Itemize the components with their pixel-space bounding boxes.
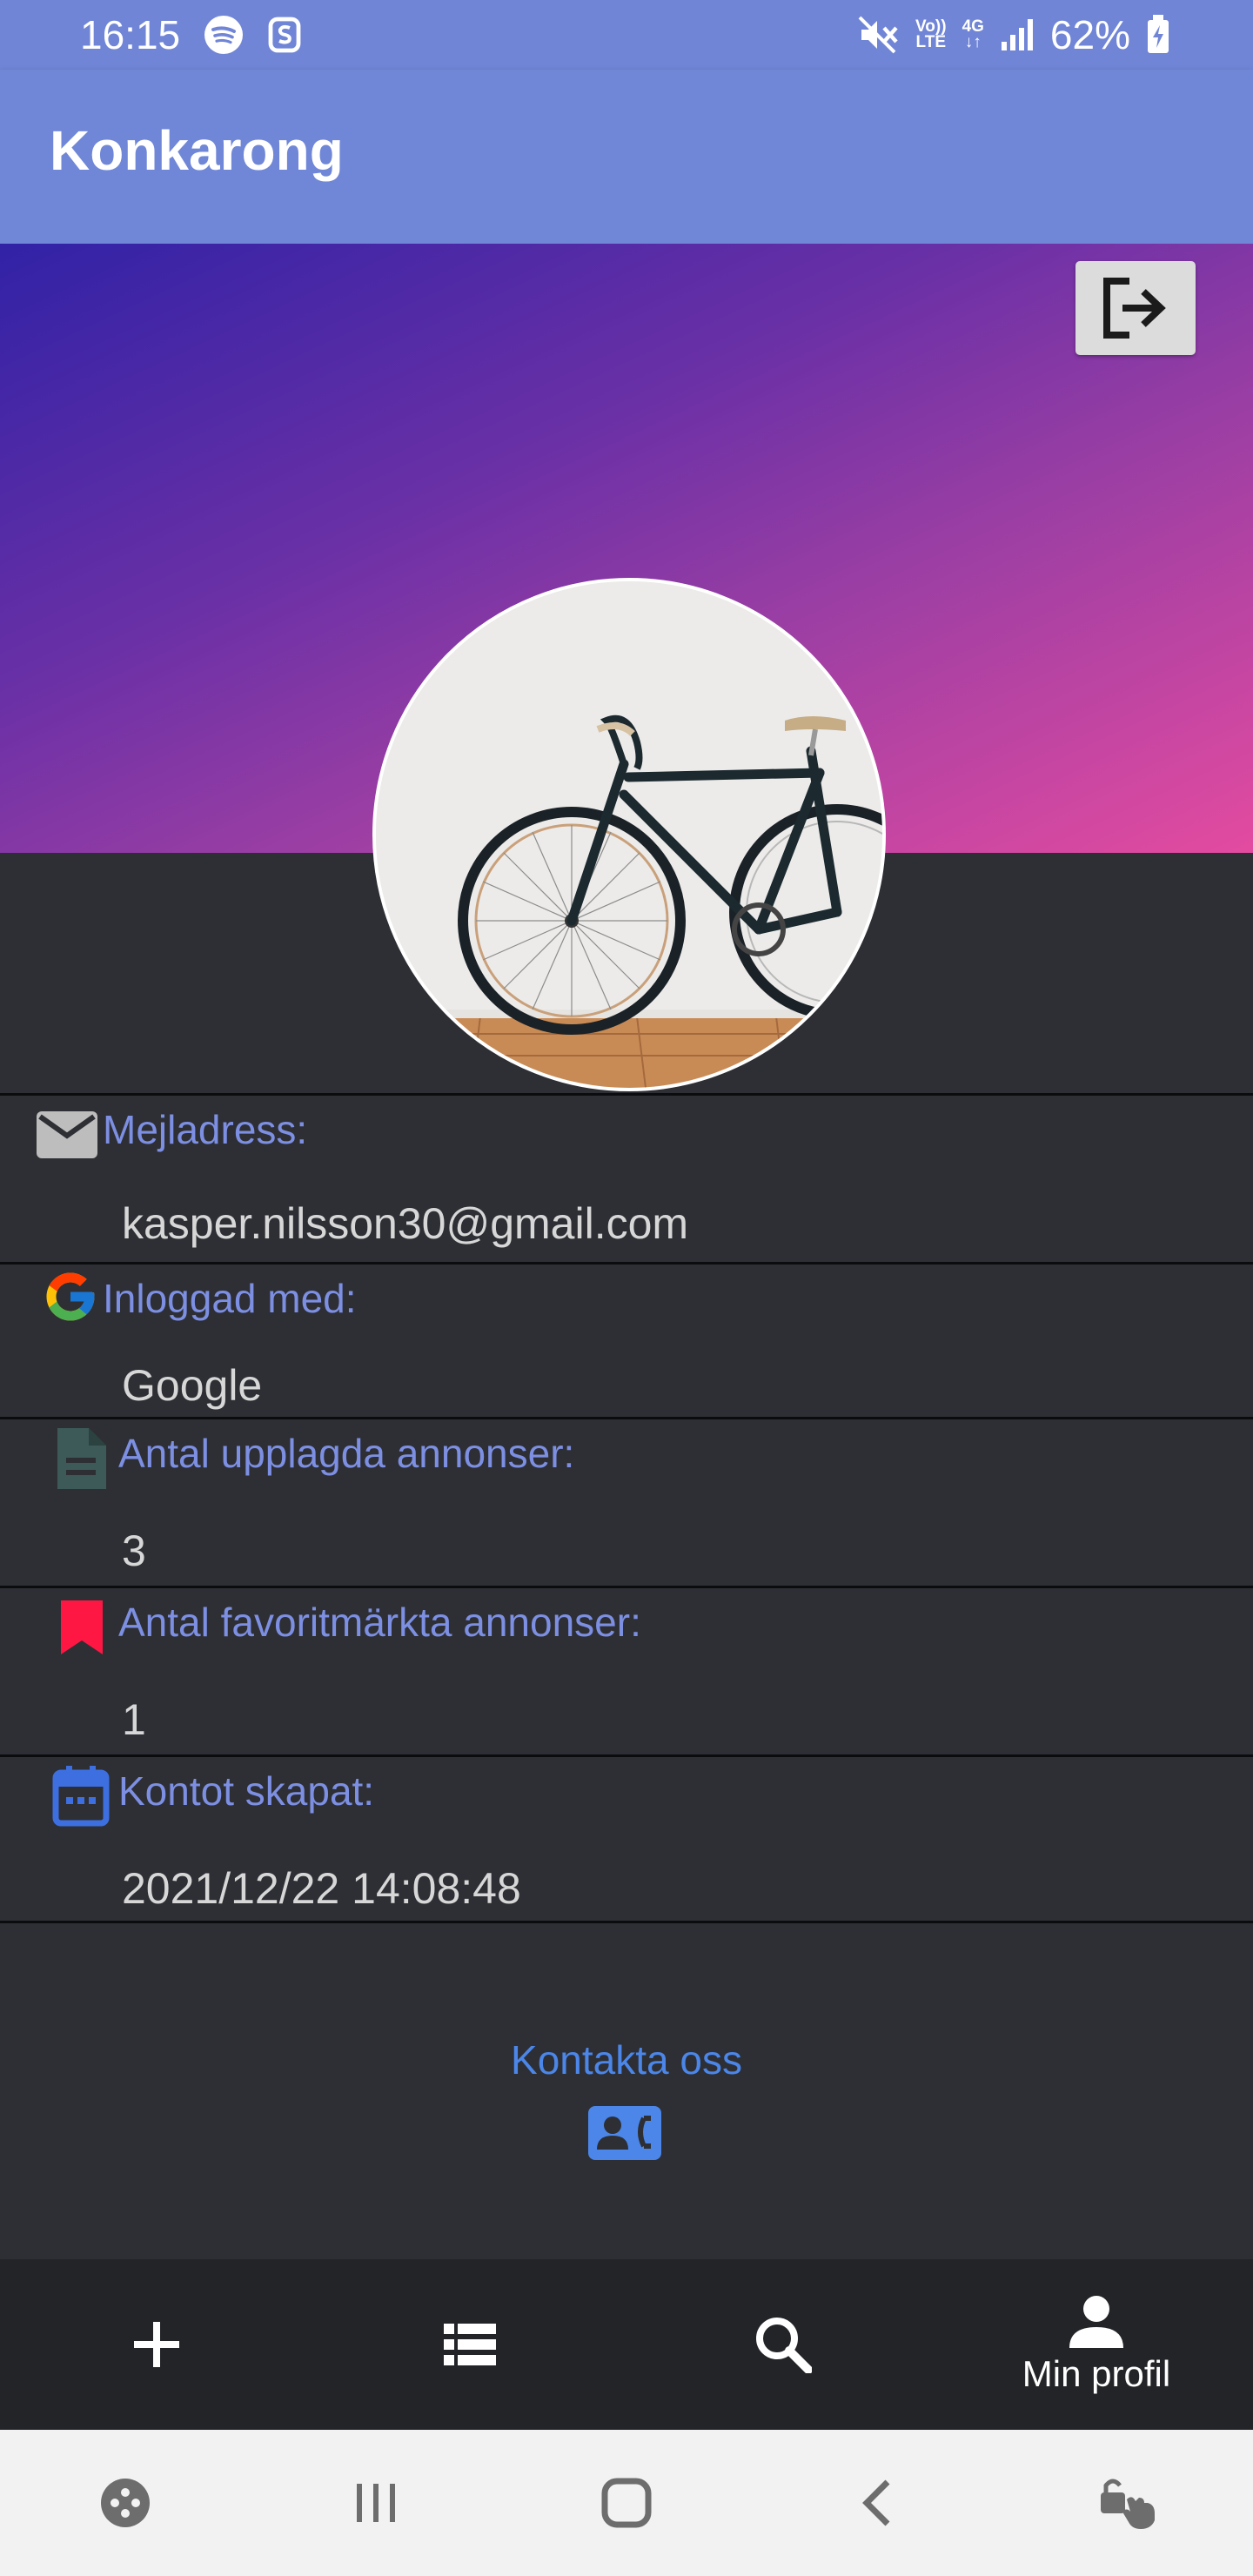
spotify-icon [203, 14, 245, 56]
account-created-value: 2021/12/22 14:08:48 [122, 1864, 521, 1913]
nav-add[interactable] [0, 2259, 313, 2430]
volte-bottom-label: LTE [915, 33, 947, 51]
profile-info-list: Mejladress: kasper.nilsson30@gmail.com I… [0, 1093, 1253, 1923]
status-left: 16:15 [80, 11, 302, 58]
info-row-email: Mejladress: kasper.nilsson30@gmail.com [0, 1093, 1253, 1262]
bicycle-photo [376, 581, 882, 1088]
nav-profile-label: Min profil [1022, 2353, 1171, 2394]
signal-icon [1000, 17, 1035, 52]
email-icon [35, 1108, 99, 1162]
battery-charging-icon [1146, 15, 1170, 55]
contact-card-icon[interactable] [586, 2104, 663, 2166]
back-button[interactable] [825, 2479, 929, 2527]
email-value: kasper.nilsson30@gmail.com [122, 1199, 689, 1248]
home-button[interactable] [574, 2477, 679, 2529]
accessibility-button[interactable] [1075, 2475, 1180, 2531]
game-launcher-icon [101, 2479, 150, 2527]
back-icon [862, 2479, 890, 2526]
recent-apps-button[interactable] [324, 2480, 428, 2526]
system-navigation-bar [0, 2430, 1253, 2576]
logout-button[interactable] [1075, 261, 1196, 355]
status-right: Vo)) LTE 4G ↓↑ 62% [858, 11, 1170, 58]
favorites-count-value: 1 [122, 1695, 146, 1744]
google-icon [42, 1268, 99, 1325]
accessibility-icon [1101, 2479, 1155, 2529]
network-4g-icon: 4G ↓↑ [962, 18, 984, 51]
logout-icon [1103, 278, 1166, 339]
recent-apps-icon [357, 2484, 395, 2522]
mute-icon [858, 16, 900, 54]
nav-list[interactable] [313, 2259, 626, 2430]
s-app-icon [267, 16, 302, 54]
account-created-label: Kontot skapat: [118, 1768, 375, 1814]
ads-count-value: 3 [122, 1526, 146, 1575]
list-icon [444, 2324, 496, 2365]
info-row-favorites-count: Antal favoritmärkta annonser: 1 [0, 1586, 1253, 1754]
info-row-account-created: Kontot skapat: 2021/12/22 14:08:48 [0, 1754, 1253, 1923]
network-arrows: ↓↑ [964, 33, 982, 51]
status-bar: 16:15 Vo)) LTE 4G ↓↑ 62% [0, 0, 1253, 70]
game-launcher-button[interactable] [73, 2477, 178, 2529]
info-row-login-provider: Inloggad med: Google [0, 1262, 1253, 1417]
home-icon [601, 2478, 652, 2528]
contact-section: Kontakta oss [0, 2036, 1253, 2160]
document-icon [54, 1426, 108, 1491]
bookmark-icon [57, 1599, 106, 1656]
login-provider-label: Inloggad med: [103, 1276, 357, 1321]
battery-percent: 62% [1049, 12, 1130, 57]
app-bar: Konkarong [0, 70, 1253, 244]
ads-count-label: Antal upplagda annonser: [118, 1431, 575, 1476]
info-row-ads-count: Antal upplagda annonser: 3 [0, 1417, 1253, 1586]
bottom-navigation: Min profil [0, 2259, 1253, 2430]
volte-icon: Vo)) LTE [915, 18, 947, 51]
favorites-count-label: Antal favoritmärkta annonser: [118, 1600, 641, 1645]
nav-search[interactable] [626, 2259, 940, 2430]
calendar-icon [52, 1764, 110, 1827]
nav-profile[interactable]: Min profil [940, 2259, 1253, 2430]
contact-us-link[interactable]: Kontakta oss [511, 2036, 742, 2083]
search-icon [756, 2318, 812, 2373]
add-icon [134, 2322, 179, 2367]
login-provider-value: Google [122, 1361, 263, 1410]
app-title: Konkarong [50, 119, 344, 182]
person-icon [1069, 2296, 1123, 2348]
status-time: 16:15 [80, 12, 181, 57]
profile-avatar[interactable] [372, 578, 886, 1091]
email-label: Mejladress: [103, 1107, 308, 1152]
